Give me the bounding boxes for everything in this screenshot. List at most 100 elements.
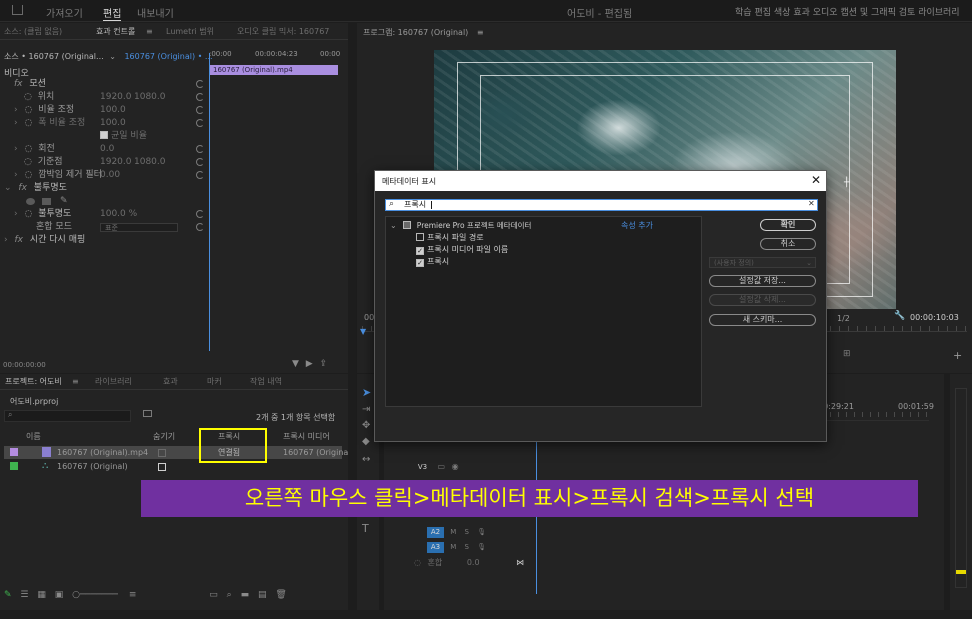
pencil-icon[interactable]: ✎ [4,590,12,600]
menu-icon[interactable]: ≡ [146,23,153,40]
col-proxy-media[interactable]: 프록시 미디어 [283,431,330,443]
reset-icon[interactable] [196,145,204,153]
workspace-library[interactable]: 라이브러리 [918,8,959,18]
stopwatch-icon[interactable]: ◌ [24,92,32,102]
solo-s-icon[interactable]: S [465,528,469,536]
safe-margins-icon[interactable]: ⊞ [843,349,851,359]
menu-icon[interactable]: ≡ [477,28,484,37]
razor-tool-icon[interactable]: ◆ [362,436,370,447]
metadata-item-checkbox[interactable] [416,233,424,241]
property-position[interactable]: ◌ 위치 1920.0 1080.0 [0,91,208,104]
program-playhead[interactable]: ▼ [360,327,366,336]
metadata-item[interactable]: ✓ 프록시 미디어 파일 이름 [416,244,508,256]
reset-icon[interactable] [196,223,204,231]
track-target-a2[interactable]: A2 [427,527,444,538]
reset-icon[interactable] [196,171,204,179]
ripple-edit-tool-icon[interactable]: ✥ [362,420,370,431]
zoom-slider[interactable]: ○─────── [72,590,118,600]
stopwatch-icon[interactable]: ◌ [24,144,32,154]
property-scale[interactable]: › ◌ 비율 조정 100.0 [0,104,208,117]
metadata-item-checkbox[interactable]: ✓ [416,259,424,267]
hide-checkbox[interactable] [158,463,166,471]
play-audio-icon[interactable]: ▶ [306,359,313,369]
property-time-remap[interactable]: › fx 시간 다시 매핑 [0,234,208,247]
reset-icon[interactable] [196,119,204,127]
workspace-effects[interactable]: 효과 [793,8,810,18]
row-name[interactable]: 160767 (Original) [57,460,128,473]
workspace-color[interactable]: 색상 [774,8,791,18]
col-name[interactable]: 이름 [26,431,41,443]
timeline-ruler[interactable] [814,412,930,417]
property-opacity[interactable]: › ◌ 불투명도 100.0 % [0,208,208,221]
table-row[interactable]: 160767 (Original).mp4 연결됨 160767 (Origin… [4,446,348,459]
workspace-captions[interactable]: 캡션 및 그래픽 [840,8,895,18]
program-timecode-left[interactable]: 00 [364,313,374,322]
preset-select[interactable]: (사용자 정의) ⌄ [709,257,816,268]
blend-mode-select[interactable]: 표준 [100,223,178,232]
track-select-tool-icon[interactable]: ⇥ [362,404,370,415]
ellipse-mask-icon[interactable] [26,198,35,205]
menu-icon[interactable]: ≡ [72,374,79,390]
eye-icon[interactable]: ◉ [452,462,459,471]
mix-end-icon[interactable]: ⋈ [516,558,524,567]
delete-settings-button[interactable]: 설정값 삭제... [709,294,816,306]
selection-tool-icon[interactable]: ➤ [362,386,371,399]
tab-source[interactable]: 소스: (클립 없음) [4,23,62,40]
pen-mask-icon[interactable]: ✎ [60,195,68,208]
new-item-icon[interactable]: ▤ [258,590,267,600]
export-icon[interactable]: ⇪ [320,359,328,369]
chevron-down-icon[interactable]: ⌄ [109,52,116,61]
menu-import[interactable]: 가져오기 [46,5,83,20]
tree-root-checkbox[interactable] [403,221,412,229]
reset-icon[interactable] [196,106,204,114]
metadata-item[interactable]: 프록시 파일 경로 [416,232,484,244]
list-view-icon[interactable]: ☰ [20,590,28,600]
stopwatch-icon[interactable]: ◌ [24,170,32,180]
mic-icon[interactable]: 🎙 [477,528,486,536]
home-icon[interactable] [12,5,23,15]
mic-icon[interactable]: 🎙 [477,543,486,551]
property-rotation[interactable]: › ◌ 회전 0.0 [0,143,208,156]
stopwatch-icon[interactable]: ◌ [24,118,32,128]
program-fit[interactable]: 1/2 [837,314,850,323]
menu-edit[interactable]: 편집 [103,5,122,21]
rectangle-mask-icon[interactable] [42,198,51,205]
type-tool-icon[interactable]: T [362,522,369,535]
tab-history[interactable]: 작업 내역 [250,374,282,390]
reset-icon[interactable] [196,93,204,101]
uniform-scale-checkbox[interactable] [100,131,108,139]
track-v3-header[interactable]: V3 ▭ ◉ [414,460,529,474]
workspace-review[interactable]: 검토 [899,8,916,18]
sync-lock-icon[interactable]: ▭ [438,462,446,471]
tab-lumetri-scopes[interactable]: Lumetri 범위 [166,23,214,40]
solo-s-icon[interactable]: S [465,543,469,551]
add-button-icon[interactable]: + [953,349,962,362]
reset-icon[interactable] [196,158,204,166]
ok-button[interactable]: 확인 [760,219,816,231]
property-anchor-point[interactable]: ◌ 기준점 1920.0 1080.0 [0,156,208,169]
track-a2-header[interactable]: A2 M S 🎙 [427,525,542,539]
mix-value[interactable]: 0.0 [467,558,480,567]
sort-icon[interactable]: ≡ [129,590,137,600]
stopwatch-icon[interactable]: ◌ [24,105,32,115]
wrench-icon[interactable]: 🔧 [894,311,905,321]
cancel-button[interactable]: 취소 [760,238,816,250]
clear-search-icon[interactable]: ✕ [808,199,815,208]
track-lock-icon[interactable]: ◌ [414,558,421,567]
hide-checkbox[interactable] [158,449,166,457]
freeform-view-icon[interactable]: ▣ [55,590,64,600]
add-property-link[interactable]: 속성 추가 [621,220,653,232]
project-search-input[interactable]: ⌕ [4,410,131,422]
workspace-audio[interactable]: 오디오 [813,8,838,18]
clip-bar[interactable]: 160767 (Original).mp4 [210,65,338,75]
tab-effects[interactable]: 효과 [163,374,178,390]
tab-effect-controls[interactable]: 효과 컨트롤 [96,23,135,40]
workspace-edit[interactable]: 편집 [754,8,771,18]
tab-project[interactable]: 프로젝트: 어도비 [5,374,62,390]
slip-tool-icon[interactable]: ↔ [362,454,370,465]
ec-timecode[interactable]: 00:00:00:00 [3,361,46,369]
automate-icon[interactable]: ▭ [209,590,218,600]
dialog-search-input[interactable]: ⌕ 프록시 ✕ [385,199,818,211]
label-color-swatch[interactable] [10,462,18,470]
property-scale-width[interactable]: › ◌ 폭 비율 조정 100.0 [0,117,208,130]
